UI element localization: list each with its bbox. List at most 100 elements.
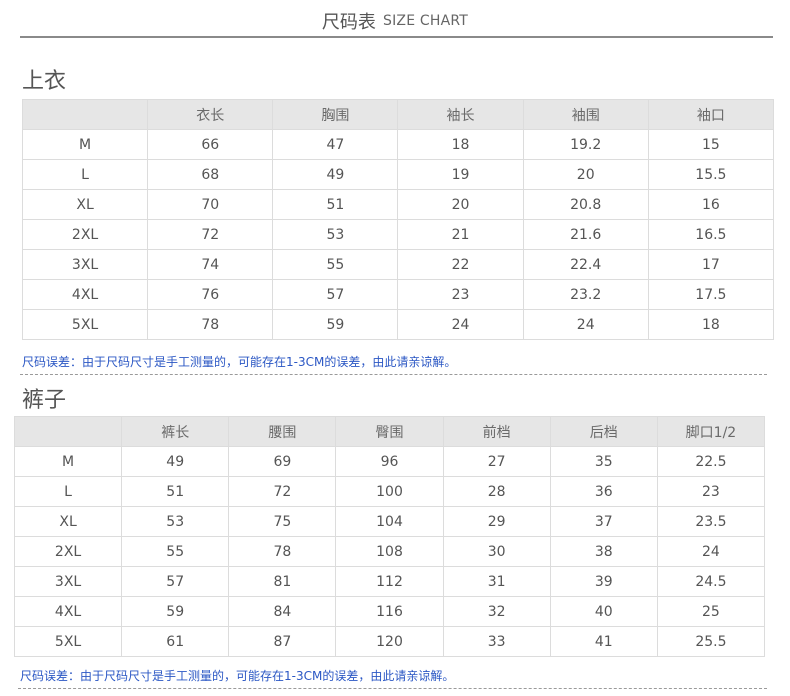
measurement-cell: 37 bbox=[549, 506, 658, 537]
size-label-cell: 3XL bbox=[13, 566, 123, 597]
measurement-cell: 84 bbox=[228, 596, 337, 627]
measurement-cell: 100 bbox=[335, 476, 444, 507]
measurement-cell: 55 bbox=[272, 249, 399, 280]
measurement-cell: 17.5 bbox=[647, 279, 775, 310]
pants-size-table: 裤长 腰围 臀围 前档 后档 脚口1/2 M 49 69 96 27 35 22.5 L 51 72 100 2… bbox=[13, 416, 766, 657]
measurement-cell: 53 bbox=[272, 219, 399, 250]
measurement-cell: 27 bbox=[442, 446, 551, 477]
table-row: 3XL 57 81 112 31 39 24.5 bbox=[13, 566, 766, 597]
measurement-cell: 23 bbox=[656, 476, 766, 507]
measurement-cell: 20.8 bbox=[522, 189, 649, 220]
page-title: 尺码表 bbox=[321, 12, 376, 33]
size-label-cell: L bbox=[21, 159, 149, 190]
measurement-cell: 75 bbox=[228, 506, 337, 537]
column-header: 前档 bbox=[442, 416, 551, 447]
measurement-cell: 41 bbox=[549, 626, 658, 657]
measurement-cell: 72 bbox=[228, 476, 337, 507]
tops-size-table: 衣长 胸围 袖长 袖围 袖口 M 66 47 18 19.2 15 L 68 49 19 20 15.5 XL 7… bbox=[21, 99, 775, 340]
measurement-cell: 51 bbox=[272, 189, 399, 220]
measurement-cell: 28 bbox=[442, 476, 551, 507]
measurement-cell: 33 bbox=[442, 626, 551, 657]
size-label-cell: 5XL bbox=[21, 309, 149, 340]
table-header-row: 衣长 胸围 袖长 袖围 袖口 bbox=[21, 99, 775, 130]
size-label-cell: XL bbox=[21, 189, 149, 220]
measurement-cell: 32 bbox=[442, 596, 551, 627]
tops-section-title: 上衣 bbox=[22, 69, 67, 94]
table-row: M 49 69 96 27 35 22.5 bbox=[13, 446, 766, 477]
measurement-cell: 30 bbox=[442, 536, 551, 567]
table-row: XL 70 51 20 20.8 16 bbox=[21, 189, 775, 220]
measurement-cell: 23.5 bbox=[656, 506, 766, 537]
measurement-cell: 59 bbox=[272, 309, 399, 340]
column-header: 袖围 bbox=[522, 99, 649, 130]
measurement-cell: 81 bbox=[228, 566, 337, 597]
measurement-cell: 24 bbox=[522, 309, 649, 340]
measurement-cell: 15 bbox=[647, 129, 775, 160]
measurement-cell: 59 bbox=[121, 596, 230, 627]
measurement-cell: 19 bbox=[397, 159, 524, 190]
measurement-cell: 120 bbox=[335, 626, 444, 657]
measurement-cell: 24 bbox=[397, 309, 524, 340]
size-label-cell: 3XL bbox=[21, 249, 149, 280]
measurement-cell: 25 bbox=[656, 596, 766, 627]
measurement-cell: 47 bbox=[272, 129, 399, 160]
pants-section-title: 裤子 bbox=[22, 388, 67, 413]
table-row: 3XL 74 55 22 22.4 17 bbox=[21, 249, 775, 280]
size-label-cell: 4XL bbox=[21, 279, 149, 310]
measurement-cell: 15.5 bbox=[647, 159, 775, 190]
measurement-cell: 22 bbox=[397, 249, 524, 280]
measurement-cell: 22.5 bbox=[656, 446, 766, 477]
tops-measurement-note: 尺码误差：由于尺码尺寸是手工测量的，可能存在1-3CM的误差，由此请亲谅解。 bbox=[22, 355, 457, 369]
tops-dashed-divider bbox=[20, 374, 767, 375]
table-row: M 66 47 18 19.2 15 bbox=[21, 129, 775, 160]
measurement-cell: 57 bbox=[121, 566, 230, 597]
measurement-cell: 23.2 bbox=[522, 279, 649, 310]
measurement-cell: 21 bbox=[397, 219, 524, 250]
table-row: 4XL 76 57 23 23.2 17.5 bbox=[21, 279, 775, 310]
page-subtitle: SIZE CHART bbox=[383, 13, 469, 29]
column-header: 臀围 bbox=[335, 416, 444, 447]
size-label-cell: L bbox=[13, 476, 123, 507]
table-row: L 68 49 19 20 15.5 bbox=[21, 159, 775, 190]
measurement-cell: 72 bbox=[147, 219, 274, 250]
table-row: 5XL 78 59 24 24 18 bbox=[21, 309, 775, 340]
measurement-cell: 78 bbox=[228, 536, 337, 567]
table-row: 2XL 55 78 108 30 38 24 bbox=[13, 536, 766, 567]
measurement-cell: 25.5 bbox=[656, 626, 766, 657]
measurement-cell: 31 bbox=[442, 566, 551, 597]
table-row: 2XL 72 53 21 21.6 16.5 bbox=[21, 219, 775, 250]
measurement-cell: 108 bbox=[335, 536, 444, 567]
measurement-cell: 19.2 bbox=[522, 129, 649, 160]
measurement-cell: 39 bbox=[549, 566, 658, 597]
table-row: XL 53 75 104 29 37 23.5 bbox=[13, 506, 766, 537]
size-label-cell: M bbox=[21, 129, 149, 160]
measurement-cell: 96 bbox=[335, 446, 444, 477]
page-header: 尺码表 SIZE CHART bbox=[0, 8, 790, 38]
pants-dashed-divider bbox=[18, 688, 767, 689]
size-column-header bbox=[21, 99, 149, 130]
measurement-cell: 68 bbox=[147, 159, 274, 190]
measurement-cell: 61 bbox=[121, 626, 230, 657]
measurement-cell: 29 bbox=[442, 506, 551, 537]
measurement-cell: 55 bbox=[121, 536, 230, 567]
measurement-cell: 18 bbox=[397, 129, 524, 160]
measurement-cell: 16 bbox=[647, 189, 775, 220]
measurement-cell: 70 bbox=[147, 189, 274, 220]
column-header: 腰围 bbox=[228, 416, 337, 447]
measurement-cell: 53 bbox=[121, 506, 230, 537]
measurement-cell: 104 bbox=[335, 506, 444, 537]
measurement-cell: 112 bbox=[335, 566, 444, 597]
measurement-cell: 49 bbox=[121, 446, 230, 477]
size-label-cell: M bbox=[13, 446, 123, 477]
measurement-cell: 40 bbox=[549, 596, 658, 627]
measurement-cell: 22.4 bbox=[522, 249, 649, 280]
size-label-cell: 2XL bbox=[13, 536, 123, 567]
measurement-cell: 69 bbox=[228, 446, 337, 477]
measurement-cell: 23 bbox=[397, 279, 524, 310]
table-row: 5XL 61 87 120 33 41 25.5 bbox=[13, 626, 766, 657]
measurement-cell: 24 bbox=[656, 536, 766, 567]
measurement-cell: 76 bbox=[147, 279, 274, 310]
column-header: 衣长 bbox=[147, 99, 274, 130]
measurement-cell: 24.5 bbox=[656, 566, 766, 597]
table-row: L 51 72 100 28 36 23 bbox=[13, 476, 766, 507]
